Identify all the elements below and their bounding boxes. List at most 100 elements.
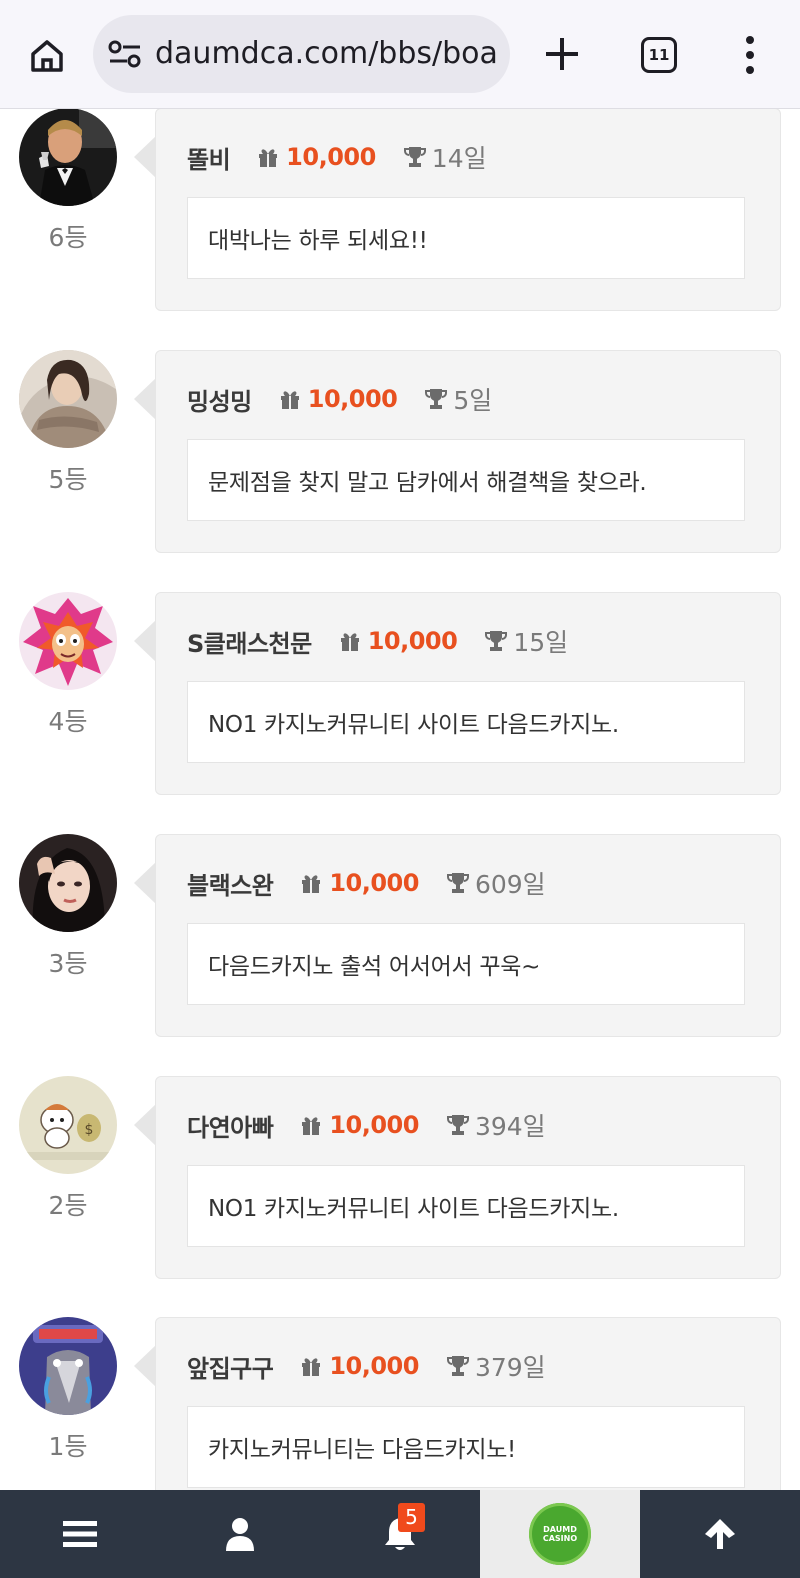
message-text: NO1 카지노커뮤니티 사이트 다음드카지노.	[208, 1196, 619, 1222]
username[interactable]: 블랙스완	[187, 866, 274, 901]
trophy-icon	[425, 389, 448, 409]
logo-line-2: CASINO	[542, 1534, 578, 1543]
avatar[interactable]	[19, 1317, 117, 1415]
svg-text:$: $	[85, 1122, 94, 1138]
trophy-icon	[446, 1356, 469, 1376]
hamburger-menu-icon	[63, 1521, 97, 1547]
gift-icon	[280, 391, 299, 409]
avatar[interactable]	[19, 350, 117, 448]
rank-label: 1등	[48, 1432, 88, 1461]
card-pointer	[134, 620, 156, 662]
home-icon	[31, 40, 63, 72]
card-pointer	[134, 1345, 156, 1387]
profile-button[interactable]	[160, 1490, 320, 1578]
card-pointer	[134, 378, 156, 420]
message-box: 다음드카지노 출석 어서어서 꾸욱~	[187, 923, 745, 1005]
points-value: 10,000	[329, 1111, 419, 1139]
gift-icon	[340, 633, 359, 651]
comment-meta: 똘비 10,000 14일	[187, 139, 487, 175]
user-icon	[226, 1518, 254, 1551]
points-value: 10,000	[329, 869, 419, 897]
comment-card: 블랙스완 10,000 609일 다음드카지노 출석 어서어서 꾸욱~	[155, 834, 781, 1037]
list-item: 3등 블랙스완 10,000 609일 다음드카지노 출석 어서어서 꾸욱~	[0, 834, 800, 1044]
message-box: NO1 카지노커뮤니티 사이트 다음드카지노.	[187, 681, 745, 763]
username[interactable]: 다연아빠	[187, 1108, 274, 1143]
comment-card: S클래스천문 10,000 15일 NO1 카지노커뮤니티 사이트 다음드카지노…	[155, 592, 781, 795]
username[interactable]: S클래스천문	[187, 624, 312, 659]
comment-card: 똘비 10,000 14일 대박나는 하루 되세요!!	[155, 108, 781, 311]
site-settings-icon[interactable]	[108, 39, 142, 69]
streak-days: 379일	[474, 1353, 546, 1382]
avatar[interactable]	[19, 834, 117, 932]
username[interactable]: 앞집구구	[187, 1349, 274, 1384]
rank-label: 2등	[48, 1191, 88, 1220]
list-item: $ 2등 다연아빠 10,000 394일 NO1 카지노커뮤니티 사이트 다음…	[0, 1076, 800, 1286]
trophy-icon	[403, 147, 426, 167]
tab-count: 11	[648, 46, 670, 64]
scroll-top-button[interactable]	[640, 1490, 800, 1578]
notification-badge: 5	[398, 1503, 425, 1532]
card-pointer	[134, 136, 156, 178]
trophy-icon	[446, 873, 469, 893]
avatar[interactable]	[19, 108, 117, 206]
gift-icon	[302, 1117, 321, 1135]
username[interactable]: 똘비	[187, 140, 231, 175]
home-button[interactable]	[22, 31, 72, 81]
rank-label: 3등	[48, 949, 88, 978]
rank-label: 4등	[48, 707, 88, 736]
username[interactable]: 밍성밍	[187, 382, 252, 417]
message-box: 카지노커뮤니티는 다음드카지노!	[187, 1406, 745, 1488]
message-text: 대박나는 하루 되세요!!	[208, 228, 428, 254]
points-value: 10,000	[367, 627, 458, 655]
points-value: 10,000	[307, 385, 398, 413]
message-text: 카지노커뮤니티는 다음드카지노!	[208, 1437, 516, 1463]
arrow-up-icon	[705, 1519, 735, 1549]
streak-days: 15일	[513, 628, 569, 657]
streak-days: 609일	[474, 870, 546, 899]
message-text: NO1 카지노커뮤니티 사이트 다음드카지노.	[208, 712, 619, 738]
message-text: 다음드카지노 출석 어서어서 꾸욱~	[208, 954, 541, 980]
comment-meta: 앞집구구 10,000 379일	[187, 1348, 546, 1384]
comment-card: 다연아빠 10,000 394일 NO1 카지노커뮤니티 사이트 다음드카지노.	[155, 1076, 781, 1279]
comment-card: 밍성밍 10,000 5일 문제점을 찾지 말고 담카에서 해결책을 찾으라.	[155, 350, 781, 553]
home-logo-button[interactable]: DAUMD CASINO	[480, 1490, 640, 1578]
list-item: 6등 똘비 10,000 14일 대박나는 하루 되세요!!	[0, 108, 800, 318]
address-bar[interactable]: daumdca.com/bbs/board	[93, 15, 510, 93]
trophy-icon	[446, 1115, 469, 1135]
points-value: 10,000	[286, 143, 376, 171]
card-pointer	[134, 862, 156, 904]
new-tab-icon[interactable]	[538, 30, 586, 78]
list-item: 5등 밍성밍 10,000 5일 문제점을 찾지 말고 담카에서 해결책을 찾으…	[0, 350, 800, 560]
comment-meta: 다연아빠 10,000 394일	[187, 1107, 546, 1143]
gift-icon	[302, 1358, 321, 1376]
card-pointer	[134, 1104, 156, 1146]
bottom-navigation: 5 DAUMD CASINO	[0, 1490, 800, 1578]
avatar[interactable]: $	[19, 1076, 117, 1174]
browser-toolbar: daumdca.com/bbs/board 11	[0, 0, 800, 109]
daumd-casino-logo: DAUMD CASINO	[529, 1503, 591, 1565]
logo-line-1: DAUMD	[543, 1525, 577, 1534]
rank-label: 6등	[48, 223, 88, 252]
attendance-feed: 6등 똘비 10,000 14일 대박나는 하루 되세요!! 5등 밍성밍 10…	[0, 0, 800, 1578]
tab-switcher-icon[interactable]: 11	[641, 37, 677, 73]
url-text: daumdca.com/bbs/board	[155, 36, 500, 71]
gift-icon	[302, 875, 321, 893]
comment-meta: 블랙스완 10,000 609일	[187, 865, 546, 901]
comment-meta: 밍성밍 10,000 5일	[187, 381, 492, 417]
menu-button[interactable]	[0, 1490, 160, 1578]
avatar[interactable]	[19, 592, 117, 690]
streak-days: 5일	[453, 386, 493, 415]
message-box: 대박나는 하루 되세요!!	[187, 197, 745, 279]
streak-days: 394일	[474, 1112, 546, 1141]
points-value: 10,000	[329, 1352, 419, 1380]
list-item: 4등 S클래스천문 10,000 15일 NO1 카지노커뮤니티 사이트 다음드…	[0, 592, 800, 802]
trophy-icon	[485, 631, 508, 651]
message-box: 문제점을 찾지 말고 담카에서 해결책을 찾으라.	[187, 439, 745, 521]
more-menu-icon[interactable]	[738, 33, 762, 77]
streak-days: 14일	[431, 144, 487, 173]
message-text: 문제점을 찾지 말고 담카에서 해결책을 찾으라.	[208, 470, 647, 496]
rank-label: 5등	[48, 465, 88, 494]
message-box: NO1 카지노커뮤니티 사이트 다음드카지노.	[187, 1165, 745, 1247]
gift-icon	[259, 149, 278, 167]
comment-meta: S클래스천문 10,000 15일	[187, 623, 568, 659]
